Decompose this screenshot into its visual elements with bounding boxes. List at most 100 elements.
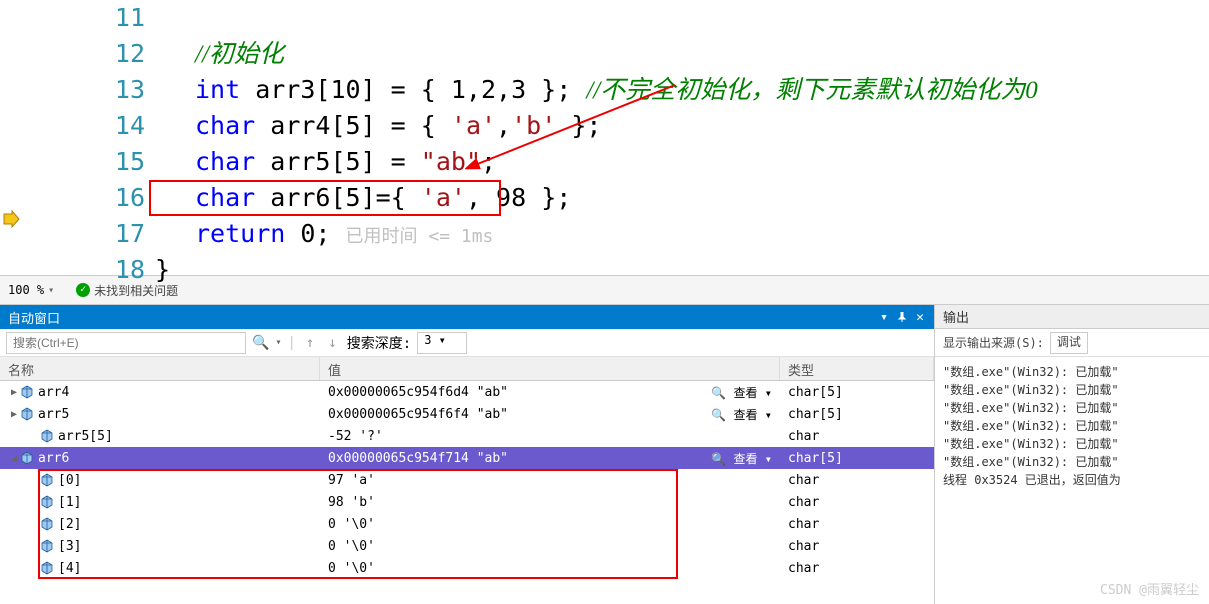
variable-icon [20,407,34,421]
kw: int [195,75,240,104]
line-num: 15 [0,144,145,180]
output-panel: 输出 显示输出来源(S): 调试 "数组.exe"(Win32): 已加载""数… [935,305,1209,604]
pin-icon[interactable] [896,311,908,323]
output-line: "数组.exe"(Win32): 已加载" [943,363,1201,381]
view-link[interactable]: 🔍 查看 ▾ [711,384,772,401]
var-name: [2] [58,517,81,532]
dropdown-icon[interactable]: ▾ [275,337,281,348]
line-num: 12 [0,36,145,72]
depth-label: 搜索深度: [347,333,411,353]
var-type: char [780,539,934,554]
var-name: [1] [58,495,81,510]
expand-icon[interactable]: ▶ [8,387,20,398]
var-type: char[5] [780,451,934,466]
col-value[interactable]: 值 [320,357,780,380]
panel-title: 自动窗口 [8,308,60,327]
expand-icon[interactable]: ◢ [8,453,20,464]
col-type[interactable]: 类型 [780,357,934,380]
var-type: char[5] [780,407,934,422]
execution-arrow-icon [2,210,20,228]
prev-arrow-icon[interactable]: ↑ [302,335,318,351]
table-row[interactable]: ◢ arr6 0x00000065c954f714 "ab"🔍 查看 ▾char[5… [0,447,934,469]
variable-icon [40,517,54,531]
output-line: "数组.exe"(Win32): 已加载" [943,435,1201,453]
variable-icon [40,473,54,487]
kw: return [195,219,285,248]
dropdown-icon[interactable]: ▾ [878,311,890,323]
var-value: -52 '?' [320,429,780,444]
var-value: 98 'b' [320,495,780,510]
autos-header[interactable]: 自动窗口 ▾ ✕ [0,305,934,329]
timing-hint: 已用时间 <= 1ms [346,226,494,247]
line-num: 18 [0,252,145,288]
variable-icon [40,495,54,509]
panel-title: 输出 [943,307,969,326]
var-value: 0 '\0' [320,539,780,554]
table-row[interactable]: [2] 0 '\0'char [0,513,934,535]
autos-panel: 自动窗口 ▾ ✕ 🔍▾ | ↑ ↓ 搜索深度: 3 ▾ 名称 值 类型 ▶arr… [0,305,935,604]
line-num: 13 [0,72,145,108]
var-type: char [780,517,934,532]
line-num: 17 [0,216,145,252]
var-value: 97 'a' [320,473,780,488]
var-value: 0 '\0' [320,561,780,576]
var-name: [4] [58,561,81,576]
var-name: arr6 [38,451,69,466]
next-arrow-icon[interactable]: ↓ [324,335,340,351]
line-num: 11 [0,0,145,36]
table-row[interactable]: [4] 0 '\0'char [0,557,934,579]
var-name: arr5 [38,407,69,422]
autos-grid[interactable]: 名称 值 类型 ▶arr40x00000065c954f6d4 "ab"🔍 查看… [0,357,934,604]
output-line: 线程 0x3524 已退出，返回值为 [943,471,1201,489]
output-line: "数组.exe"(Win32): 已加载" [943,453,1201,471]
kw: char [195,183,255,212]
var-value: 0x00000065c954f6d4 "ab"🔍 查看 ▾ [320,384,780,401]
output-line: "数组.exe"(Win32): 已加载" [943,417,1201,435]
var-type: char [780,561,934,576]
code-body[interactable]: //初始化 int arr3[10] = { 1,2,3 }; //不完全初始化… [155,0,1209,275]
output-body[interactable]: "数组.exe"(Win32): 已加载""数组.exe"(Win32): 已加… [935,357,1209,604]
var-type: char [780,473,934,488]
var-name: [0] [58,473,81,488]
close-icon[interactable]: ✕ [914,311,926,323]
view-link[interactable]: 🔍 查看 ▾ [711,450,772,467]
output-header[interactable]: 输出 [935,305,1209,329]
col-name[interactable]: 名称 [0,357,320,380]
var-value: 0x00000065c954f714 "ab"🔍 查看 ▾ [320,450,780,467]
kw: char [195,111,255,140]
expand-icon[interactable]: ▶ [8,409,20,420]
var-value: 0 '\0' [320,517,780,532]
depth-select[interactable]: 3 ▾ [417,332,467,354]
search-input[interactable] [6,332,246,354]
source-label: 显示输出来源(S): [943,334,1044,351]
var-type: char [780,495,934,510]
output-line: "数组.exe"(Win32): 已加载" [943,381,1201,399]
search-icon[interactable]: 🔍 [252,335,269,351]
variable-icon [40,539,54,553]
source-select[interactable]: 调试 [1050,332,1088,354]
table-row[interactable]: [3]0 '\0'char [0,535,934,557]
table-row[interactable]: arr5[5] -52 '?'char [0,425,934,447]
code-editor[interactable]: 11 12 13 14 15 16 17 18 //初始化 int arr3[1… [0,0,1209,275]
variable-icon [40,561,54,575]
table-row[interactable]: ▶ arr5 0x00000065c954f6f4 "ab"🔍 查看 ▾char[5… [0,403,934,425]
output-toolbar: 显示输出来源(S): 调试 [935,329,1209,357]
view-link[interactable]: 🔍 查看 ▾ [711,406,772,423]
table-row[interactable]: [1] 98 'b'char [0,491,934,513]
var-type: char[5] [780,385,934,400]
variable-icon [40,429,54,443]
var-value: 0x00000065c954f6f4 "ab"🔍 查看 ▾ [320,406,780,423]
table-row[interactable]: ▶arr40x00000065c954f6d4 "ab"🔍 查看 ▾char[5… [0,381,934,403]
comment-text: //不完全初始化，剩下元素默认初始化为0 [586,77,1037,104]
var-name: arr5[5] [58,429,113,444]
var-type: char [780,429,934,444]
output-line: "数组.exe"(Win32): 已加载" [943,399,1201,417]
autos-search-row: 🔍▾ | ↑ ↓ 搜索深度: 3 ▾ [0,329,934,357]
line-gutter: 11 12 13 14 15 16 17 18 [0,0,155,275]
comment-text: //初始化 [195,41,284,68]
variable-icon [20,451,34,465]
watermark: CSDN @雨翼轻尘 [1100,579,1199,598]
kw: char [195,147,255,176]
line-num: 14 [0,108,145,144]
table-row[interactable]: [0] 97 'a'char [0,469,934,491]
